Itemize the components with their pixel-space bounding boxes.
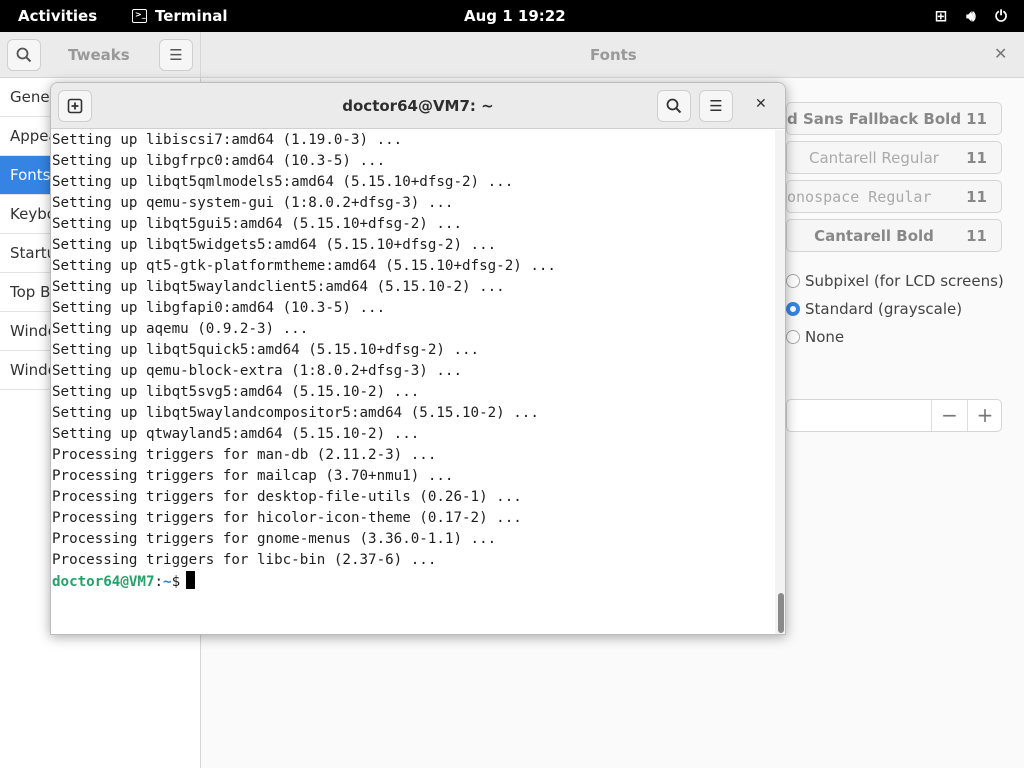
top-bar: Activities >_ Terminal Aug 1 19:22 ⊞ 🔊︎ … xyxy=(0,0,1024,32)
activities-button[interactable]: Activities xyxy=(18,7,97,25)
hamburger-icon: ☰ xyxy=(169,46,183,64)
close-icon[interactable]: ✕ xyxy=(755,96,767,112)
close-icon[interactable]: ✕ xyxy=(994,44,1007,63)
volume-icon[interactable]: 🔊︎ xyxy=(962,7,980,25)
terminal-line: Setting up libqt5waylandclient5:amd64 (5… xyxy=(52,279,505,295)
radio-icon[interactable] xyxy=(786,330,800,344)
font-button-legacy-title[interactable]: d Sans Fallback Bold 11 xyxy=(786,102,1002,135)
terminal-line: Setting up qemu-system-gui (1:8.0.2+dfsg… xyxy=(52,195,454,211)
terminal-search-button[interactable] xyxy=(657,90,691,122)
decrease-button[interactable]: − xyxy=(931,400,967,431)
terminal-prompt[interactable]: doctor64@VM7:~$ xyxy=(51,571,775,592)
terminal-line: Processing triggers for man-db (2.11.2-3… xyxy=(52,447,437,463)
page-title: Fonts xyxy=(590,46,637,64)
search-icon xyxy=(666,98,682,114)
clock[interactable]: Aug 1 19:22 xyxy=(464,7,566,25)
hamburger-icon: ☰ xyxy=(709,97,723,115)
font-size: 11 xyxy=(966,227,987,245)
text-cursor xyxy=(186,571,196,589)
radio-icon[interactable] xyxy=(786,274,800,288)
network-icon[interactable]: ⊞ xyxy=(932,7,950,25)
terminal-header: doctor64@VM7: ~ ☰ ✕ xyxy=(51,83,785,129)
terminal-line: Processing triggers for desktop-file-uti… xyxy=(52,489,522,505)
terminal-line: Setting up aqemu (0.9.2-3) ... xyxy=(52,321,309,337)
search-icon xyxy=(16,47,32,63)
terminal-line: Setting up qemu-block-extra (1:8.0.2+dfs… xyxy=(52,363,462,379)
terminal-line: Setting up libqt5svg5:amd64 (5.15.10-2) … xyxy=(52,384,420,400)
radio-label: Standard (grayscale) xyxy=(805,300,963,318)
terminal-line: Processing triggers for hicolor-icon-the… xyxy=(52,510,522,526)
terminal-line: Setting up libgfrpc0:amd64 (10.3-5) ... xyxy=(52,153,386,169)
terminal-line: Setting up qtwayland5:amd64 (5.15.10-2) … xyxy=(52,426,420,442)
antialiasing-subpixel[interactable]: Subpixel (for LCD screens) xyxy=(786,272,1004,290)
tweaks-sidebar-header: Tweaks ☰ xyxy=(0,32,201,78)
app-menu[interactable]: >_ Terminal xyxy=(132,7,228,25)
terminal-line: Setting up libqt5quick5:amd64 (5.15.10+d… xyxy=(52,342,480,358)
terminal-menu-button[interactable]: ☰ xyxy=(699,90,733,122)
prompt-separator: : xyxy=(154,574,164,590)
terminal-line: Setting up libqt5widgets5:amd64 (5.15.10… xyxy=(52,237,497,253)
terminal-icon: >_ xyxy=(132,9,147,23)
radio-label: Subpixel (for LCD screens) xyxy=(805,272,1004,290)
terminal-line: Setting up libqt5qmlmodels5:amd64 (5.15.… xyxy=(52,174,514,190)
terminal-output[interactable]: Setting up libiscsi7:amd64 (1.19.0-3) ..… xyxy=(51,130,775,634)
terminal-line: Setting up qt5-gtk-platformtheme:amd64 (… xyxy=(52,258,556,274)
tweaks-menu-button[interactable]: ☰ xyxy=(159,39,193,71)
font-name: Cantarell Bold xyxy=(814,227,934,245)
font-button-interface[interactable]: Cantarell Regular 11 xyxy=(786,141,1002,174)
power-icon[interactable]: ⏻ xyxy=(992,7,1010,25)
prompt-user: doctor64@VM7 xyxy=(52,574,155,590)
terminal-window: doctor64@VM7: ~ ☰ ✕ Setting up libiscsi7… xyxy=(50,82,786,635)
app-name: Terminal xyxy=(155,7,228,25)
font-name: onospace Regular xyxy=(787,188,932,206)
terminal-line: Setting up libqt5waylandcompositor5:amd6… xyxy=(52,405,539,421)
tweaks-title: Tweaks xyxy=(68,46,130,64)
scaling-factor-spinbutton[interactable]: − + xyxy=(786,399,1002,432)
prompt-path: ~ xyxy=(163,574,172,590)
font-size: 11 xyxy=(966,110,987,128)
font-size: 11 xyxy=(966,149,987,167)
terminal-line: Processing triggers for libc-bin (2.37-6… xyxy=(52,552,437,568)
terminal-line: Processing triggers for gnome-menus (3.3… xyxy=(52,531,497,547)
prompt-symbol: $ xyxy=(171,574,181,590)
radio-selected-icon[interactable] xyxy=(786,302,800,316)
font-button-monospace[interactable]: onospace Regular 11 xyxy=(786,180,1002,213)
terminal-line: Setting up libiscsi7:amd64 (1.19.0-3) ..… xyxy=(52,132,403,148)
antialiasing-none[interactable]: None xyxy=(786,328,844,346)
font-button-document[interactable]: Cantarell Bold 11 xyxy=(786,219,1002,252)
increase-button[interactable]: + xyxy=(967,400,1002,431)
search-button[interactable] xyxy=(7,39,41,71)
font-name: d Sans Fallback Bold xyxy=(787,110,961,128)
system-tray[interactable]: ⊞ 🔊︎ ⏻ xyxy=(932,7,1010,25)
terminal-line: Setting up libqt5gui5:amd64 (5.15.10+dfs… xyxy=(52,216,462,232)
terminal-line: Processing triggers for mailcap (3.70+nm… xyxy=(52,468,454,484)
scrollbar-thumb[interactable] xyxy=(778,593,784,633)
font-size: 11 xyxy=(966,188,987,206)
terminal-line: Setting up libgfapi0:amd64 (10.3-5) ... xyxy=(52,300,386,316)
font-name: Cantarell Regular xyxy=(809,149,939,167)
radio-label: None xyxy=(805,328,845,346)
antialiasing-standard[interactable]: Standard (grayscale) xyxy=(786,300,962,318)
terminal-scrollbar[interactable] xyxy=(775,130,785,634)
